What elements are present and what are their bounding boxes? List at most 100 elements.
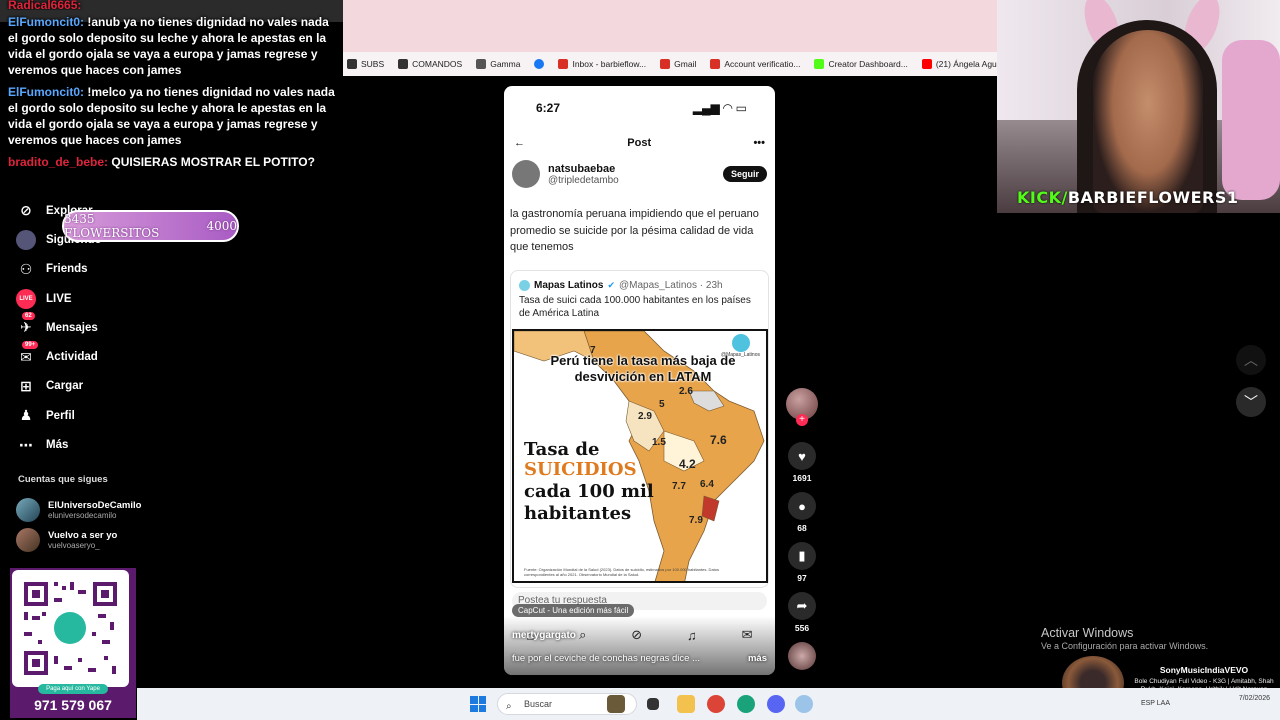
gmail-icon <box>660 59 671 69</box>
like-heart-icon[interactable]: ♥ <box>788 442 816 470</box>
screen: SUBS COMANDOS Gamma Inbox - barbieflow..… <box>0 0 1280 720</box>
quote-meta: @Mapas_Latinos · 23h <box>619 279 723 291</box>
account-name: Vuelvo a ser yo <box>48 530 118 541</box>
live-icon: LIVE <box>16 288 36 309</box>
account-name: ElUniversoDeCamilo <box>48 500 142 511</box>
following-account[interactable]: Vuelvo a ser yo vuelvoaseryo_ <box>16 528 117 552</box>
author-handle: @tripledetambo <box>548 174 619 186</box>
bookmark-item[interactable]: Account verificatio... <box>710 59 800 69</box>
caption-more[interactable]: más <box>748 653 767 664</box>
creator-avatar[interactable]: + <box>786 388 818 426</box>
map-value: 7.6 <box>710 432 727 447</box>
map-heading-line1: Tasa de <box>524 438 600 460</box>
loading-icon[interactable] <box>795 695 813 713</box>
map-source: Fuente: Organización Mundial de la Salud… <box>524 566 720 577</box>
capcut-tag[interactable]: CapCut - Una edición más fácil <box>512 604 635 617</box>
account-handle: eluniversodecamilo <box>48 511 117 520</box>
quote-header: Mapas Latinos ✔ @Mapas_Latinos · 23h <box>511 271 768 291</box>
video-caption: fue por el ceviche de conchas negras dic… <box>512 653 767 664</box>
video-author[interactable]: mertygargato <box>512 630 576 641</box>
map-overlay-text: Perú tiene la tasa más baja de desvivici… <box>550 352 736 384</box>
status-bar: 6:27 ▂▄▆ ◠ ▭ <box>504 86 775 130</box>
share-icon[interactable]: ➦ <box>788 592 816 620</box>
post-text: la gastronomía peruana impidiendo que el… <box>510 208 759 253</box>
youtube-icon <box>921 59 932 69</box>
chat-message: bradito_de_bebe: QUISIERAS MOSTRAR EL PO… <box>8 155 315 169</box>
bookmark-item[interactable]: Gmail <box>660 59 696 69</box>
share-count: 556 <box>794 623 810 633</box>
more-options-icon[interactable]: ••• <box>753 137 765 149</box>
bell-icon[interactable]: ♫ <box>687 628 697 643</box>
task-view-icon[interactable] <box>647 698 659 710</box>
sidebar-item-mensajes[interactable]: ✈ 62 Mensajes <box>4 311 204 342</box>
save-count: 97 <box>797 573 807 583</box>
qr-code <box>12 570 129 687</box>
verified-icon: ✔ <box>607 279 616 290</box>
following-account[interactable]: ElUniversoDeCamilo eluniversodecamilo <box>16 498 141 522</box>
chat-message: ElFumoncit0: !melco ya no tienes dignida… <box>8 85 335 147</box>
comment-icon[interactable]: ● <box>788 492 816 520</box>
bookmark-item[interactable] <box>534 59 545 69</box>
search-icon[interactable]: ⌕ <box>579 627 586 643</box>
sidebar-item-actividad[interactable]: ✉ 99+ Actividad <box>4 341 204 371</box>
globe-icon <box>519 279 530 291</box>
map-value: 7 <box>590 344 596 356</box>
chrome-icon[interactable] <box>707 695 725 713</box>
compass-icon: ⊘ <box>20 202 32 219</box>
streamer <box>1093 30 1203 213</box>
stream-chat: Radical6665: ElFumoncit0: !anub ya no ti… <box>4 0 340 176</box>
sidebar-item-live[interactable]: LIVE LIVE <box>4 284 204 313</box>
bookmark-item[interactable]: Gamma <box>476 59 520 69</box>
avatar <box>16 528 40 552</box>
upload-icon: ⊞ <box>20 377 32 394</box>
map-heading-line3: cada 100 mil habitantes <box>524 480 654 524</box>
avatar <box>16 498 40 522</box>
gmail-icon <box>710 59 721 69</box>
yape-tag: Paga aquí con Yape <box>38 684 108 694</box>
bookmark-item[interactable]: (21) Ángela Aguila... <box>921 59 997 69</box>
sidebar-item-cargar[interactable]: ⊞ Cargar <box>4 372 204 401</box>
mail-icon[interactable]: ✉ <box>742 627 753 643</box>
file-explorer-icon[interactable] <box>677 695 695 713</box>
phone-screen: 6:27 ▂▄▆ ◠ ▭ ← Post ••• natsubaebae @tri… <box>504 86 775 675</box>
bookmark-item[interactable]: COMANDOS <box>398 59 462 69</box>
follow-plus-icon[interactable]: + <box>796 414 808 426</box>
windows-start-icon[interactable] <box>470 696 486 712</box>
scroll-up-arrow-icon[interactable]: ︿ <box>1236 345 1266 375</box>
follow-button[interactable]: Seguir <box>722 166 767 182</box>
map-heading-line2: SUICIDIOS <box>524 458 637 480</box>
scroll-down-arrow-icon[interactable]: ﹀ <box>1236 387 1266 417</box>
sidebar-item-friends[interactable]: ⚇ Friends <box>4 255 204 284</box>
sidebar-item-perfil[interactable]: ♟ Perfil <box>4 401 204 430</box>
map-value: 2.6 <box>679 385 693 397</box>
sound-disc-icon[interactable] <box>788 642 816 670</box>
avatar[interactable] <box>512 160 540 188</box>
taskbar-clock[interactable]: 7/02/2026 <box>1239 694 1270 704</box>
browser-toolbar <box>343 0 997 52</box>
back-arrow-icon[interactable]: ← <box>514 137 525 149</box>
more-icon: ⋯ <box>19 436 33 453</box>
author-name[interactable]: natsubaebae <box>548 163 619 175</box>
like-count: 1691 <box>792 473 812 483</box>
map-value: 2.9 <box>638 410 652 422</box>
avatar-icon: ● <box>16 229 36 250</box>
edge-icon[interactable] <box>737 695 755 713</box>
quoted-post[interactable]: Mapas Latinos ✔ @Mapas_Latinos · 23h Tas… <box>510 269 769 588</box>
map-value: 7.9 <box>689 514 703 526</box>
discord-icon[interactable] <box>767 695 785 713</box>
sidebar-item-mas[interactable]: ⋯ Más <box>4 430 204 459</box>
bookmark-item[interactable]: Inbox - barbieflow... <box>558 59 646 69</box>
friends-icon: ⚇ <box>19 260 33 277</box>
language-indicator[interactable]: ESP LAA <box>1141 700 1170 707</box>
bookmark-item[interactable]: SUBS <box>347 59 384 69</box>
gmail-icon <box>558 59 569 69</box>
grok-icon[interactable]: ⊘ <box>631 627 642 643</box>
messages-badge: 62 <box>22 311 35 320</box>
bookmark-icon[interactable]: ▮ <box>788 542 816 570</box>
bookmark-icon <box>398 59 409 69</box>
music-title: SonyMusicIndiaVEVO <box>1159 665 1249 675</box>
map-value: 1.5 <box>652 436 666 448</box>
kick-channel-label: KICK/BARBIEFLOWERS1 <box>1017 188 1239 207</box>
taskbar-app-icon[interactable] <box>607 695 625 713</box>
bookmark-item[interactable]: Creator Dashboard... <box>814 59 908 69</box>
